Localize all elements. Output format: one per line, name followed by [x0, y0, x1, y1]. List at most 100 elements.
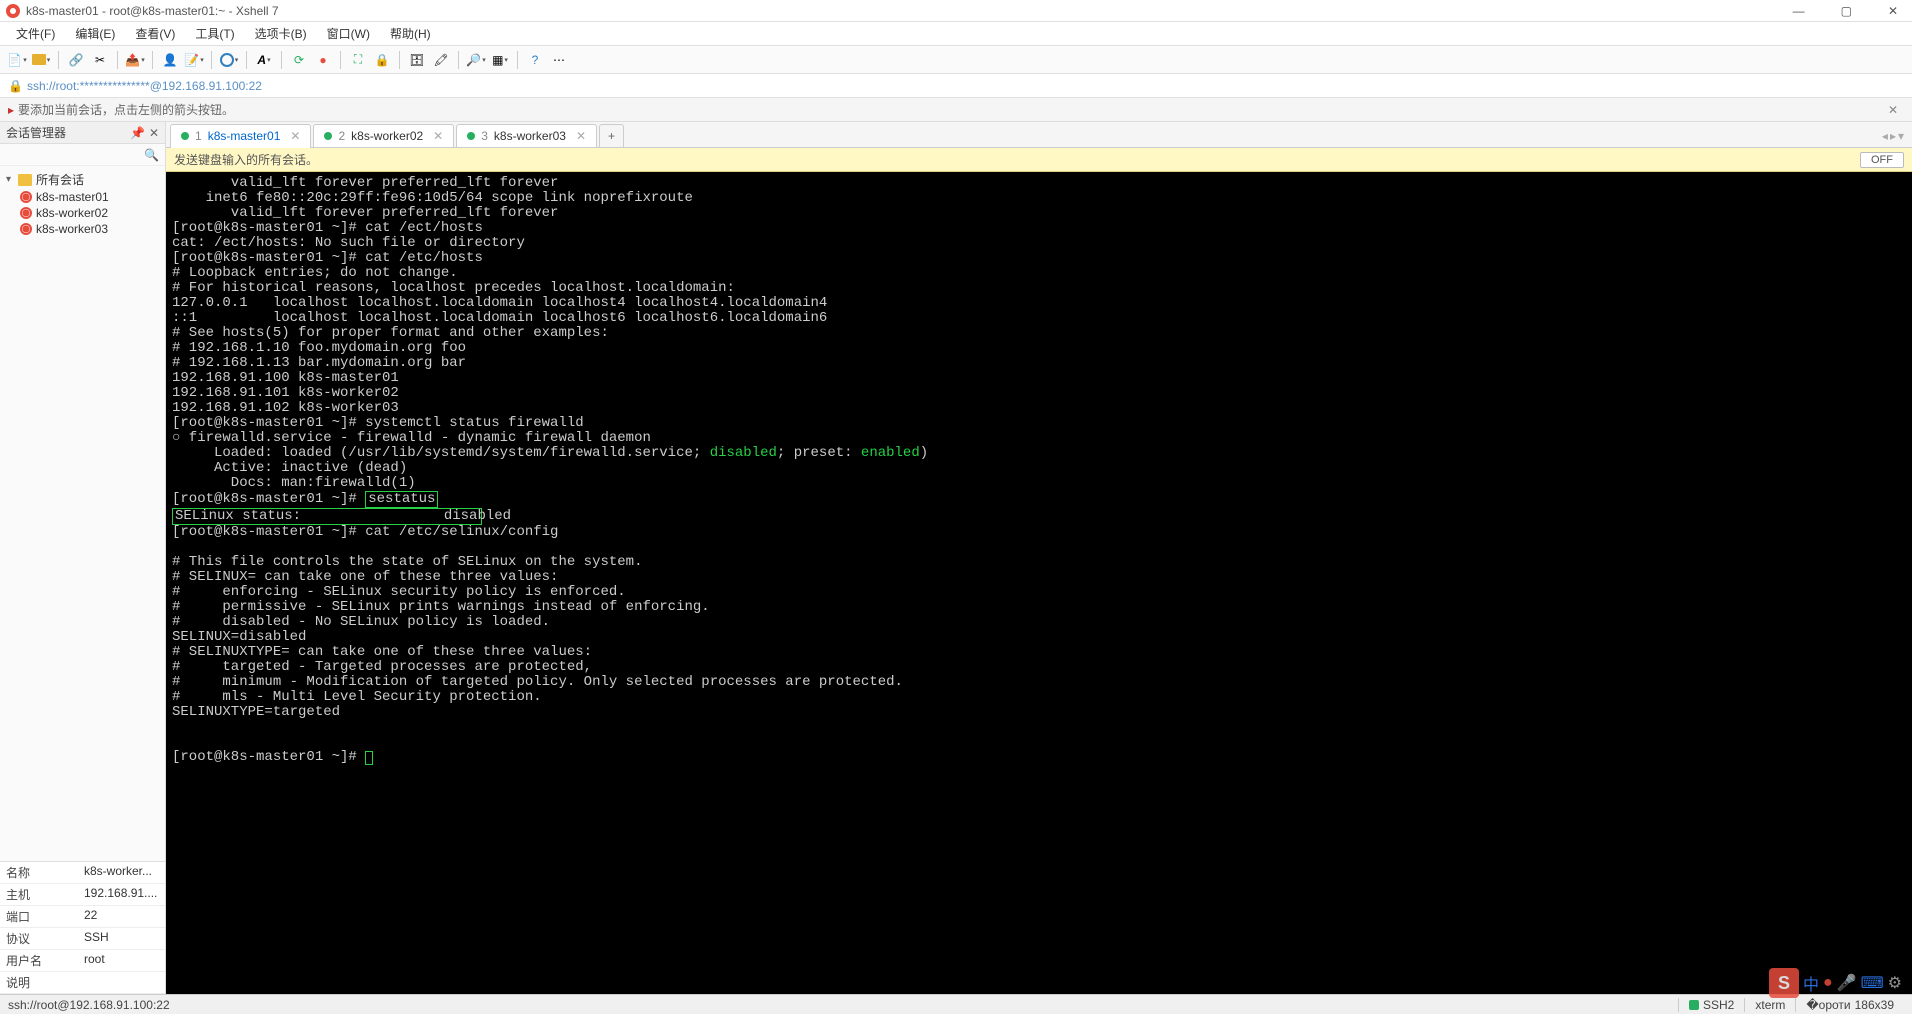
watermark-overlay: S 中 ● 🎤 ⌨ ⚙: [1769, 968, 1902, 998]
globe-button[interactable]: [218, 49, 240, 71]
lock-button[interactable]: 🔒: [371, 49, 393, 71]
watermark-icon: ●: [1823, 974, 1833, 992]
maximize-button[interactable]: ▢: [1833, 4, 1860, 18]
toolbar: 📄 🔗 ✂ 📤 👤 📝 A ⟳ ● ⛶ 🔒 🗄 🖍 🔎 ▦ ? ⋯: [0, 46, 1912, 74]
title-bar: k8s-master01 - root@k8s-master01:~ - Xsh…: [0, 0, 1912, 22]
search-icon[interactable]: 🔍: [144, 148, 159, 162]
transfer-button[interactable]: 📤: [124, 49, 146, 71]
status-dot-icon: [324, 132, 332, 140]
tab-close-button[interactable]: ✕: [433, 129, 443, 143]
tab-k8s-worker03[interactable]: 3 k8s-worker03 ✕: [456, 124, 597, 147]
status-size: �ороти186x39: [1795, 998, 1904, 1012]
prop-port: 端口22: [0, 906, 165, 928]
search-tool-button[interactable]: 🔎: [465, 49, 487, 71]
status-bar: ssh://root@192.168.91.100:22 SSH2 xterm …: [0, 994, 1912, 1014]
panel-close-button[interactable]: ✕: [149, 126, 159, 140]
tab-k8s-worker02[interactable]: 2 k8s-worker02 ✕: [313, 124, 454, 147]
font-button[interactable]: A: [253, 49, 275, 71]
prop-description: 说明: [0, 972, 165, 994]
lock-icon: 🔒: [8, 79, 23, 93]
tree-root[interactable]: ▾ 所有会话: [2, 170, 163, 189]
status-ssh: SSH2: [1678, 998, 1744, 1012]
menu-edit[interactable]: 编辑(E): [67, 23, 123, 44]
menu-tools[interactable]: 工具(T): [187, 23, 242, 44]
tab-close-button[interactable]: ✕: [576, 129, 586, 143]
new-tab-button[interactable]: +: [599, 124, 624, 147]
terminal[interactable]: valid_lft forever preferred_lft forever …: [166, 172, 1912, 994]
more-button[interactable]: ⋯: [548, 49, 570, 71]
prop-host: 主机192.168.91....: [0, 884, 165, 906]
tab-close-button[interactable]: ✕: [290, 129, 300, 143]
layout-button[interactable]: ▦: [489, 49, 511, 71]
menu-tab[interactable]: 选项卡(B): [247, 23, 315, 44]
session-search-row: 🔍: [0, 144, 165, 166]
tree-session-k8s-worker03[interactable]: k8s-worker03: [2, 221, 163, 237]
pin-button[interactable]: 📌: [130, 126, 145, 140]
tree-root-label: 所有会话: [36, 171, 84, 188]
tree-session-label: k8s-worker03: [36, 222, 108, 236]
tree-session-k8s-master01[interactable]: k8s-master01: [2, 189, 163, 205]
address-bar[interactable]: 🔒 ssh://root:***************@192.168.91.…: [0, 74, 1912, 98]
session-manager-title: 会话管理器: [6, 124, 66, 141]
app-icon: [6, 4, 20, 18]
addressbook-button[interactable]: 👤: [159, 49, 181, 71]
session-properties: 名称k8s-worker... 主机192.168.91.... 端口22 协议…: [0, 861, 165, 994]
tree-session-label: k8s-master01: [36, 190, 109, 204]
folder-icon: [18, 174, 32, 186]
watermark-s-icon: S: [1769, 968, 1799, 998]
reconnect-button[interactable]: 🔗: [65, 49, 87, 71]
menu-help[interactable]: 帮助(H): [382, 23, 439, 44]
disconnect-button[interactable]: ✂: [89, 49, 111, 71]
help-button[interactable]: ?: [524, 49, 546, 71]
session-icon: [20, 207, 32, 219]
broadcast-bar: 发送键盘输入的所有会话。 OFF: [166, 148, 1912, 172]
refresh-button[interactable]: ⟳: [288, 49, 310, 71]
close-button[interactable]: ✕: [1880, 4, 1906, 18]
watermark-icon: ⌨: [1861, 973, 1884, 993]
tree-collapse-icon[interactable]: ▾: [6, 174, 18, 185]
broadcast-toggle-button[interactable]: OFF: [1860, 152, 1904, 168]
open-button[interactable]: [30, 49, 52, 71]
menu-view[interactable]: 查看(V): [127, 23, 183, 44]
status-dot-icon: [467, 132, 475, 140]
status-dot-icon: [181, 132, 189, 140]
minimize-button[interactable]: —: [1785, 4, 1813, 18]
broadcast-text: 发送键盘输入的所有会话。: [174, 151, 318, 168]
watermark-icon: 🎤: [1837, 973, 1857, 993]
menu-bar: 文件(F) 编辑(E) 查看(V) 工具(T) 选项卡(B) 窗口(W) 帮助(…: [0, 22, 1912, 46]
highlight-button[interactable]: 🖍: [430, 49, 452, 71]
menu-window[interactable]: 窗口(W): [319, 23, 378, 44]
prop-name: 名称k8s-worker...: [0, 862, 165, 884]
record-button[interactable]: ●: [312, 49, 334, 71]
window-title: k8s-master01 - root@k8s-master01:~ - Xsh…: [26, 4, 279, 18]
session-icon: [20, 191, 32, 203]
status-address: ssh://root@192.168.91.100:22: [8, 998, 170, 1012]
session-manager-header: 会话管理器 📌 ✕: [0, 122, 165, 144]
tab-k8s-master01[interactable]: 1 k8s-master01 ✕: [170, 124, 311, 147]
session-tabs: 1 k8s-master01 ✕ 2 k8s-worker02 ✕ 3 k8s-…: [166, 122, 1912, 148]
session-tree: ▾ 所有会话 k8s-master01 k8s-worker02 k8s-wor…: [0, 166, 165, 861]
tabs-prev-button[interactable]: ◂: [1882, 129, 1888, 143]
tabs-list-button[interactable]: ▾: [1898, 129, 1904, 143]
compose-button[interactable]: 📝: [183, 49, 205, 71]
session-icon: [20, 223, 32, 235]
watermark-icon: 中: [1803, 971, 1819, 995]
prop-protocol: 协议SSH: [0, 928, 165, 950]
session-manager-panel: 会话管理器 📌 ✕ 🔍 ▾ 所有会话 k8s-master01 k8s-work…: [0, 122, 166, 994]
content-area: 1 k8s-master01 ✕ 2 k8s-worker02 ✕ 3 k8s-…: [166, 122, 1912, 994]
tree-session-k8s-worker02[interactable]: k8s-worker02: [2, 205, 163, 221]
new-session-button[interactable]: 📄: [6, 49, 28, 71]
fullscreen-button[interactable]: ⛶: [347, 49, 369, 71]
info-text: 要添加当前会话，点击左侧的箭头按钮。: [18, 101, 234, 118]
info-bar: ▸ 要添加当前会话，点击左侧的箭头按钮。 ✕: [0, 98, 1912, 122]
address-text: ssh://root:***************@192.168.91.10…: [27, 79, 262, 93]
menu-file[interactable]: 文件(F): [8, 23, 63, 44]
prop-username: 用户名root: [0, 950, 165, 972]
tree-session-label: k8s-worker02: [36, 206, 108, 220]
flag-icon: ▸: [8, 103, 14, 117]
info-close-button[interactable]: ✕: [1882, 103, 1904, 117]
tabs-next-button[interactable]: ▸: [1890, 129, 1896, 143]
status-term: xterm: [1744, 998, 1795, 1012]
led-icon: [1689, 1000, 1699, 1010]
calc-button[interactable]: 🗄: [406, 49, 428, 71]
